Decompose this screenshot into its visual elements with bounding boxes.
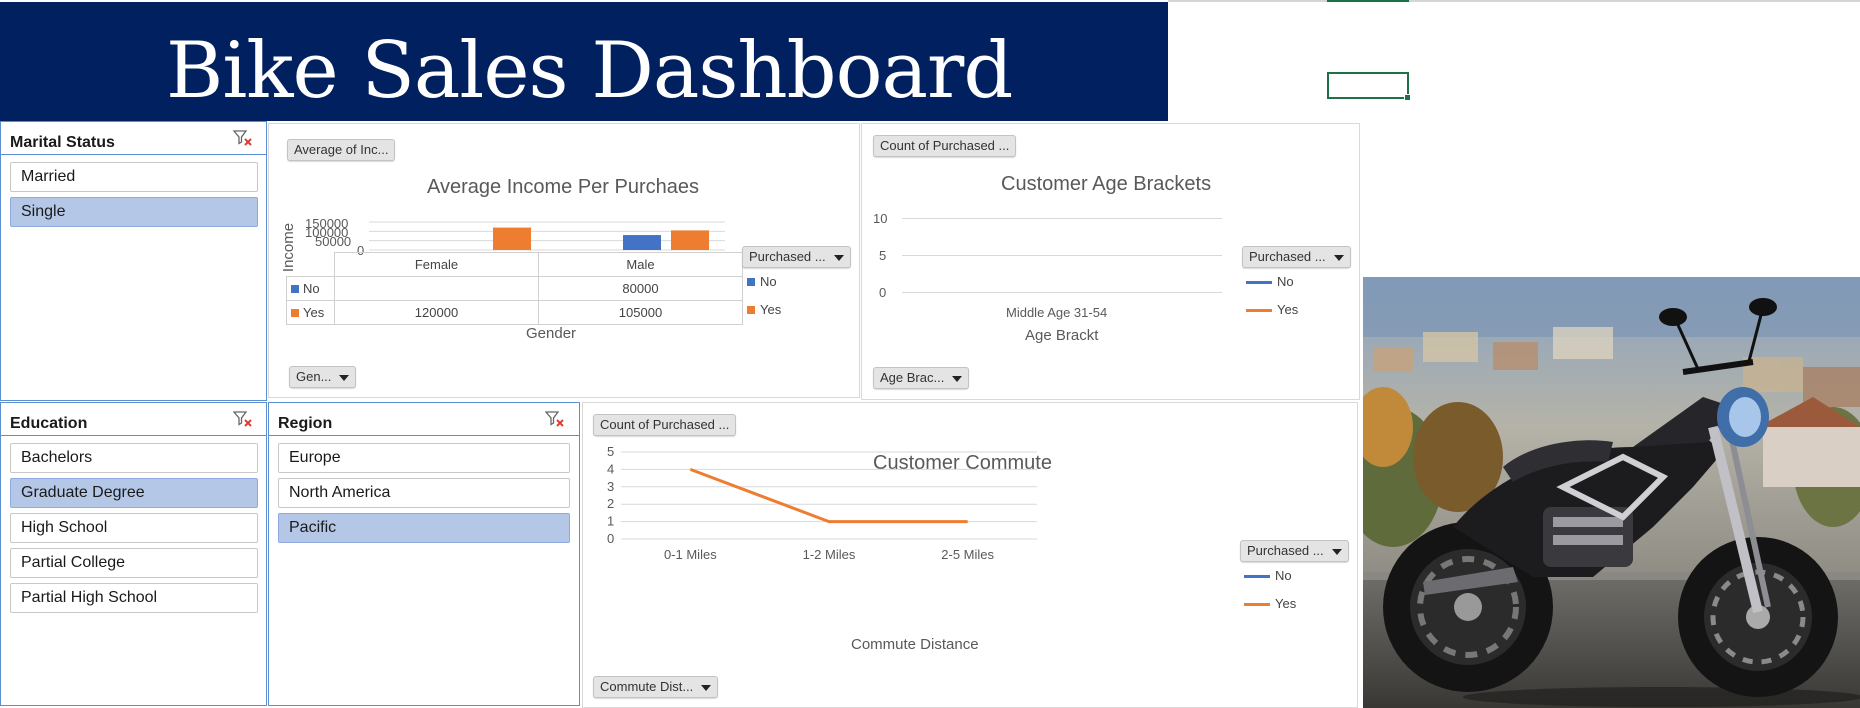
chevron-down-icon	[701, 684, 712, 691]
chart-data-table: Female Male No 80000 Yes 120000 105000	[286, 252, 743, 325]
chevron-down-icon	[833, 254, 844, 261]
y-tick-label: 50000	[315, 234, 352, 249]
y-tick-label: 1	[607, 514, 614, 529]
y-tick-label: 2	[607, 496, 614, 511]
axis-field-button[interactable]: Gen...	[289, 366, 357, 388]
gridline	[902, 292, 1222, 293]
axis-field-button[interactable]: Commute Dist...	[593, 676, 719, 698]
x-tick-label: Middle Age 31-54	[1006, 305, 1108, 320]
x-axis-title: Commute Distance	[851, 636, 979, 653]
chart-average-income[interactable]: Average of Inc... Average Income Per Pur…	[268, 123, 860, 398]
table-cell	[334, 276, 539, 301]
legend-key-no	[1246, 281, 1272, 285]
gridline	[902, 218, 1222, 219]
slicer-education: Education Bachelors Graduate Degree High…	[0, 402, 267, 706]
legend-item-yes: Yes	[1244, 596, 1296, 611]
legend-key-no	[291, 285, 299, 293]
slicer-header-divider	[1, 435, 266, 436]
y-tick-label: 0	[879, 285, 887, 300]
gridline	[902, 255, 1222, 256]
x-tick-label: 1-2 Miles	[803, 547, 856, 562]
chart-title: Average Income Per Purchaes	[427, 176, 700, 198]
value-field-button[interactable]: Count of Purchased ...	[873, 135, 1017, 157]
chevron-down-icon	[339, 374, 350, 381]
category-label-male: Male	[538, 252, 743, 277]
table-row-yes: Yes 120000 105000	[286, 300, 743, 325]
legend-item-no: No	[1246, 274, 1294, 289]
legend-item-yes: Yes	[1246, 302, 1298, 317]
active-column-indicator	[1327, 0, 1409, 2]
chart-customer-commute[interactable]: Count of Purchased ... Customer Commute …	[582, 402, 1358, 708]
legend-item-no: No	[1244, 568, 1292, 583]
dashboard-title: Bike Sales Dashboard	[166, 26, 1013, 116]
clear-filter-icon[interactable]	[232, 409, 254, 429]
y-tick-label: 10	[873, 211, 888, 226]
x-tick-label: 0-1 Miles	[664, 547, 717, 562]
chevron-down-icon	[1333, 254, 1344, 261]
slicer-region: Region Europe North America Pacific	[268, 402, 580, 706]
commute-plot-area: 5 4 3 2 1 0 0-1 Miles 1-2 Miles 2-5 Miles	[607, 444, 1037, 562]
series-line-yes	[689, 467, 968, 524]
slicer-item-graduate-degree[interactable]: Graduate Degree	[10, 478, 258, 508]
legend-key-no	[1244, 575, 1270, 579]
motorcycle-photo	[1363, 277, 1860, 708]
slicer-item-bachelors[interactable]: Bachelors	[10, 443, 258, 473]
y-tick-label: 5	[607, 444, 614, 459]
slicer-item-partial-high-school[interactable]: Partial High School	[10, 583, 258, 613]
category-label-female: Female	[334, 252, 539, 277]
chart-title: Customer Age Brackets	[1001, 173, 1212, 195]
legend-field-button[interactable]: Purchased ...	[1242, 246, 1351, 268]
chevron-down-icon	[952, 375, 963, 382]
legend-item-no: No	[747, 274, 777, 289]
selected-cell[interactable]	[1327, 72, 1411, 101]
table-cell: 80000	[538, 276, 743, 301]
income-plot-area	[369, 221, 725, 251]
value-field-button[interactable]: Average of Inc...	[287, 139, 396, 161]
legend-key-no	[747, 278, 755, 286]
bar-no	[623, 235, 661, 250]
slicer-header-divider	[1, 154, 266, 155]
y-tick-label: 3	[607, 479, 614, 494]
legend-field-button[interactable]: Purchased ...	[742, 246, 851, 268]
slicer-item-high-school[interactable]: High School	[10, 513, 258, 543]
slicer-item-pacific[interactable]: Pacific	[278, 513, 570, 543]
clear-filter-icon[interactable]	[232, 128, 254, 148]
table-row-no: No 80000	[286, 276, 743, 301]
legend-key-yes	[291, 309, 299, 317]
x-axis-title: Gender	[526, 325, 577, 342]
motorcycle-photo-icon	[1363, 277, 1860, 708]
chart-age-brackets[interactable]: Count of Purchased ... Customer Age Brac…	[861, 123, 1360, 400]
y-tick-label: 5	[879, 248, 887, 263]
slicer-item-europe[interactable]: Europe	[278, 443, 570, 473]
slicer-title: Education	[10, 415, 88, 432]
x-tick-label: 2-5 Miles	[941, 547, 994, 562]
slicer-header-divider	[269, 435, 579, 436]
x-axis-title: Age Brackt	[1025, 327, 1099, 344]
y-tick-label: 0	[607, 531, 614, 546]
slicer-title: Region	[278, 415, 333, 432]
legend-field-button[interactable]: Purchased ...	[1240, 540, 1349, 562]
slicer-marital-status: Marital Status Married Single	[0, 121, 267, 401]
slicer-title: Marital Status	[10, 134, 115, 151]
bar-yes	[493, 227, 531, 250]
sheet-top-border	[1168, 0, 1860, 2]
slicer-item-north-america[interactable]: North America	[278, 478, 570, 508]
table-cell: 120000	[334, 300, 539, 325]
row-label-yes: Yes	[303, 305, 325, 320]
row-label-no: No	[303, 281, 320, 296]
slicer-item-single[interactable]: Single	[10, 197, 258, 227]
clear-filter-icon[interactable]	[544, 409, 566, 429]
y-tick-label: 4	[607, 461, 614, 476]
slicer-item-partial-college[interactable]: Partial College	[10, 548, 258, 578]
legend-key-yes	[1244, 603, 1270, 607]
legend-item-yes: Yes	[747, 302, 781, 317]
legend-key-yes	[747, 306, 755, 314]
legend-key-yes	[1246, 309, 1272, 313]
slicer-item-married[interactable]: Married	[10, 162, 258, 192]
axis-field-button[interactable]: Age Brac...	[873, 367, 970, 389]
chevron-down-icon	[1331, 548, 1342, 555]
table-cell: 105000	[538, 300, 743, 325]
bar-yes	[671, 230, 709, 250]
table-header-row: Female Male	[286, 252, 743, 277]
